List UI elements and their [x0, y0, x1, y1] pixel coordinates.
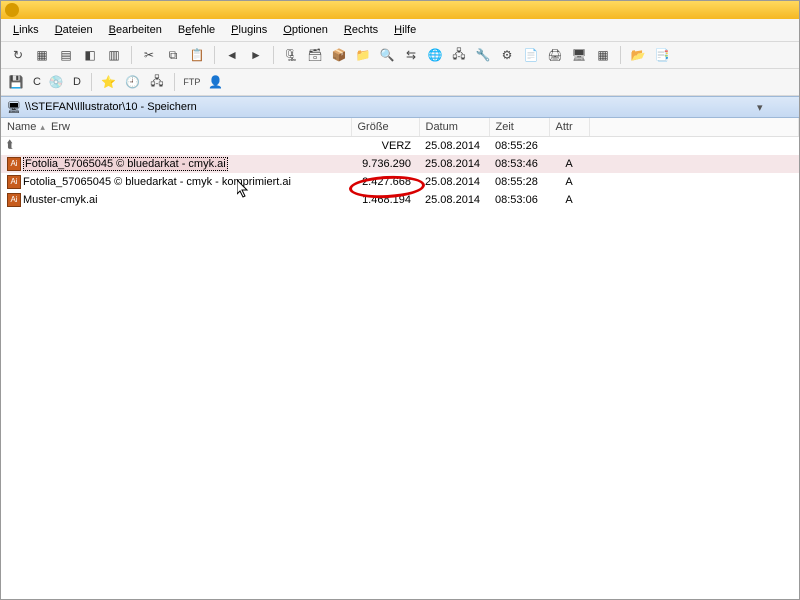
search-icon[interactable]: 🔍	[376, 44, 398, 66]
toolbar-main: ↻ ▦ ▤ ◧ ▥ ✂ ⧉ 📋 ◄ ► 🗜 🗃 📦 📁 🔍 ⇆ 🌐 🖧 🔧 ⚙ …	[1, 42, 799, 69]
computer-icon: 🖥	[7, 101, 21, 114]
favorite-icon[interactable]: ⭐	[98, 71, 120, 93]
col-attr[interactable]: Attr	[549, 118, 589, 137]
menu-links[interactable]: LLinksinks	[5, 20, 47, 40]
path-dropdown-icon[interactable]: ▾	[757, 101, 793, 114]
drive-disk-icon[interactable]: 💾	[7, 75, 25, 89]
menu-hilfe[interactable]: Hilfe	[386, 20, 424, 40]
tool5-icon[interactable]: 🖥	[568, 44, 590, 66]
ai-file-icon: Ai	[7, 157, 21, 171]
ai-file-icon: Ai	[7, 175, 21, 189]
col-date[interactable]: Datum	[419, 118, 489, 137]
drive-c[interactable]: C	[29, 74, 45, 90]
drive-d[interactable]: D	[69, 74, 85, 90]
ftp-icon[interactable]: 🌐	[424, 44, 446, 66]
table-row[interactable]: AiFotolia_57065045 © bluedarkat - cmyk -…	[1, 173, 799, 191]
net-icon[interactable]: 🖧	[448, 44, 470, 66]
table-row[interactable]: AiMuster-cmyk.ai1.468.19425.08.201408:53…	[1, 191, 799, 209]
list-icon[interactable]: ▤	[55, 44, 77, 66]
ai-file-icon: Ai	[7, 193, 21, 207]
menu-befehle[interactable]: Befehle	[170, 20, 223, 40]
col-size[interactable]: Größe	[351, 118, 419, 137]
view-icon[interactable]: ▦	[31, 44, 53, 66]
tool8-icon[interactable]: 📑	[651, 44, 673, 66]
app-icon	[5, 3, 19, 17]
paste-icon[interactable]: 📋	[186, 44, 208, 66]
current-path[interactable]: \\STEFAN\Illustrator\10 - Speichern	[21, 101, 757, 113]
menu-plugins[interactable]: Plugins	[223, 20, 275, 40]
tool7-icon[interactable]: 📂	[627, 44, 649, 66]
drive-disk2-icon[interactable]: 💿	[47, 75, 65, 89]
tool6-icon[interactable]: ▦	[592, 44, 614, 66]
tool1-icon[interactable]: 🔧	[472, 44, 494, 66]
refresh-icon[interactable]: ↻	[7, 44, 29, 66]
archive-icon[interactable]: 📦	[328, 44, 350, 66]
fwd-icon[interactable]: ►	[245, 44, 267, 66]
tool3-icon[interactable]: 📄	[520, 44, 542, 66]
col-name[interactable]: Name▴ Erw	[1, 118, 351, 137]
pack-icon[interactable]: 🗜	[280, 44, 302, 66]
file-list[interactable]: Name▴ Erw Größe Datum Zeit Attr ⮬VERZ25.…	[1, 118, 799, 599]
menu-optionen[interactable]: Optionen	[275, 20, 336, 40]
menu-bearbeiten[interactable]: Bearbeiten	[101, 20, 170, 40]
history-icon[interactable]: 🕘	[122, 71, 144, 93]
table-row[interactable]: AiFotolia_57065045 © bluedarkat - cmyk.a…	[1, 155, 799, 173]
back-icon[interactable]: ◄	[221, 44, 243, 66]
col-spacer	[589, 118, 799, 137]
tool4-icon[interactable]: 🖨	[544, 44, 566, 66]
cut-icon[interactable]: ✂	[138, 44, 160, 66]
titlebar	[1, 1, 799, 19]
updir-icon: ⮬	[7, 139, 21, 153]
user-icon[interactable]: 👤	[205, 71, 227, 93]
ftp-btn-icon[interactable]: FTP	[181, 71, 203, 93]
tree-icon[interactable]: ◧	[79, 44, 101, 66]
unpack-icon[interactable]: 🗃	[304, 44, 326, 66]
thumb-icon[interactable]: ▥	[103, 44, 125, 66]
menubar: LLinksinks Dateien Bearbeiten Befehle Pl…	[1, 19, 799, 42]
copy-icon[interactable]: ⧉	[162, 44, 184, 66]
table-row[interactable]: ⮬VERZ25.08.201408:55:26	[1, 137, 799, 156]
col-time[interactable]: Zeit	[489, 118, 549, 137]
netdrive-icon[interactable]: 🖧	[146, 71, 168, 93]
sync-icon[interactable]: ⇆	[400, 44, 422, 66]
toolbar-drives: 💾 C 💿 D ⭐ 🕘 🖧 FTP 👤	[1, 69, 799, 96]
menu-dateien[interactable]: Dateien	[47, 20, 101, 40]
path-bar[interactable]: 🖥 \\STEFAN\Illustrator\10 - Speichern ▾	[1, 96, 799, 118]
menu-rechts[interactable]: Rechts	[336, 20, 386, 40]
tool2-icon[interactable]: ⚙	[496, 44, 518, 66]
folder-icon[interactable]: 📁	[352, 44, 374, 66]
